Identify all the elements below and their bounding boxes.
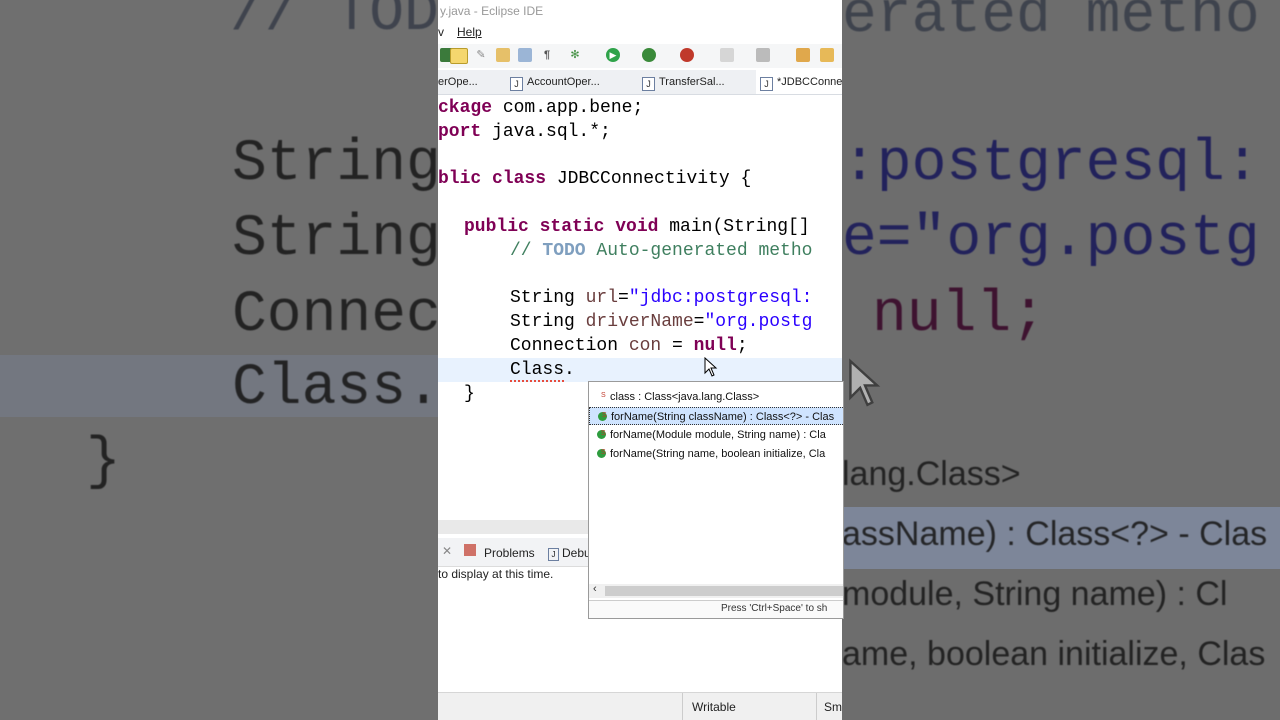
current-line-highlight bbox=[438, 358, 842, 382]
popup-horizontal-scrollbar[interactable]: ‹ bbox=[589, 583, 843, 598]
title-bar: y.java - Eclipse IDE bbox=[438, 0, 842, 22]
mouse-cursor-icon bbox=[704, 357, 718, 377]
doc-icon[interactable] bbox=[518, 48, 532, 62]
bg-line: null; bbox=[872, 283, 1047, 348]
editor-horizontal-scrollbar[interactable] bbox=[438, 520, 588, 534]
debug-icon[interactable]: ✻ bbox=[568, 48, 582, 62]
code-line: String url="jdbc:postgresql: bbox=[510, 288, 813, 308]
tab-debug[interactable]: J Debu bbox=[548, 546, 591, 561]
code-line: port java.sql.*; bbox=[438, 122, 611, 142]
bg-line: ame, boolean initialize, Clas bbox=[842, 635, 1266, 673]
code-line: ckage com.app.bene; bbox=[438, 98, 644, 118]
tab-problems[interactable]: Problems bbox=[484, 546, 535, 560]
brush-icon[interactable]: ✎ bbox=[474, 48, 488, 62]
stop-icon[interactable] bbox=[720, 48, 734, 62]
mouse-cursor-icon bbox=[849, 358, 881, 407]
code-line: } bbox=[464, 384, 475, 404]
completion-item[interactable]: Sclass : Class<java.lang.Class> bbox=[589, 388, 843, 406]
bg-line: // TODO bbox=[230, 0, 438, 47]
toolbar: ✎ ¶ ✻ ▶ bbox=[438, 44, 842, 68]
tab-account-oper[interactable]: J AccountOper... bbox=[510, 70, 600, 94]
window-title: y.java - Eclipse IDE bbox=[440, 4, 544, 18]
code-line-active: Class. bbox=[510, 360, 575, 382]
code-line: blic class JDBCConnectivity { bbox=[438, 169, 752, 189]
new-icon[interactable] bbox=[756, 48, 770, 62]
code-line: // TODO Auto-generated metho bbox=[510, 241, 813, 261]
bg-line: :postgresql: bbox=[842, 132, 1260, 197]
tab-transfer-sal[interactable]: J TransferSal... bbox=[642, 70, 725, 94]
run-icon[interactable]: ▶ bbox=[606, 48, 620, 62]
editor-tabs: erOpe... J AccountOper... J TransferSal...… bbox=[438, 70, 842, 95]
background-zoom-left: // TODO String String Connec Class. } bbox=[0, 0, 438, 720]
code-line: public static void main(String[] bbox=[464, 217, 810, 237]
highlight-icon[interactable] bbox=[450, 48, 468, 64]
annotation-icon[interactable] bbox=[496, 48, 510, 62]
close-icon[interactable]: ✕ bbox=[442, 544, 452, 558]
bg-line: assName) : Class<?> - Clas bbox=[842, 515, 1268, 553]
java-file-icon: J bbox=[642, 77, 655, 91]
bg-line: module, String name) : Cl bbox=[842, 575, 1228, 613]
menu-bar: v Help bbox=[438, 22, 842, 42]
completion-item-selected[interactable]: SforName(String className) : Class<?> - … bbox=[589, 407, 843, 425]
java-file-icon: J bbox=[510, 77, 523, 91]
method-icon: S bbox=[598, 412, 607, 421]
content-assist-popup: Sclass : Class<java.lang.Class> SforName… bbox=[588, 381, 844, 619]
status-bar: Writable Sma bbox=[438, 692, 842, 720]
bg-line: erated metho bbox=[842, 0, 1260, 49]
completion-item[interactable]: SforName(Module module, String name) : C… bbox=[589, 426, 843, 444]
code-line: Connection con = null; bbox=[510, 336, 748, 356]
completion-item[interactable]: SforName(String name, boolean initialize… bbox=[589, 445, 843, 463]
status-writable: Writable bbox=[692, 700, 736, 714]
content-assist-hint: Press 'Ctrl+Space' to sh bbox=[589, 600, 843, 618]
open-type-icon[interactable] bbox=[796, 48, 810, 62]
bg-line: Class. bbox=[232, 356, 438, 421]
tab-jdbc-connectivity[interactable]: J *JDBCConne bbox=[756, 70, 842, 94]
method-icon: S bbox=[597, 449, 606, 458]
empty-message: to display at this time. bbox=[438, 567, 554, 581]
menu-item-help[interactable]: Help bbox=[457, 25, 482, 39]
bg-line: lang.Class> bbox=[842, 455, 1021, 493]
menu-item-window[interactable]: v bbox=[438, 25, 444, 39]
code-line: String driverName="org.postg bbox=[510, 312, 813, 332]
java-file-icon: J bbox=[548, 548, 559, 561]
field-icon: S bbox=[601, 392, 606, 399]
pilcrow-icon[interactable]: ¶ bbox=[540, 48, 554, 62]
external-tools-icon[interactable] bbox=[680, 48, 694, 62]
coverage-icon[interactable] bbox=[642, 48, 656, 62]
bg-line: e="org.postg bbox=[842, 207, 1260, 272]
method-icon: S bbox=[597, 430, 606, 439]
bottom-panel-tabs: ✕ Problems J Debu bbox=[438, 538, 598, 567]
bg-line: } bbox=[86, 430, 121, 495]
background-zoom-right: erated metho :postgresql: e="org.postg n… bbox=[842, 0, 1280, 720]
java-file-icon: J bbox=[760, 77, 773, 91]
scroll-left-icon[interactable]: ‹ bbox=[593, 583, 597, 595]
problems-icon bbox=[464, 544, 476, 556]
open-folder-icon[interactable] bbox=[820, 48, 834, 62]
bg-line: String bbox=[232, 207, 438, 272]
bg-line: Connec bbox=[232, 283, 438, 348]
bg-line: String bbox=[232, 132, 438, 197]
tab-operations[interactable]: erOpe... bbox=[438, 70, 478, 94]
bottom-panel: ✕ Problems J Debu to display at this time… bbox=[438, 538, 598, 688]
status-insert-mode: Sma bbox=[824, 700, 842, 714]
